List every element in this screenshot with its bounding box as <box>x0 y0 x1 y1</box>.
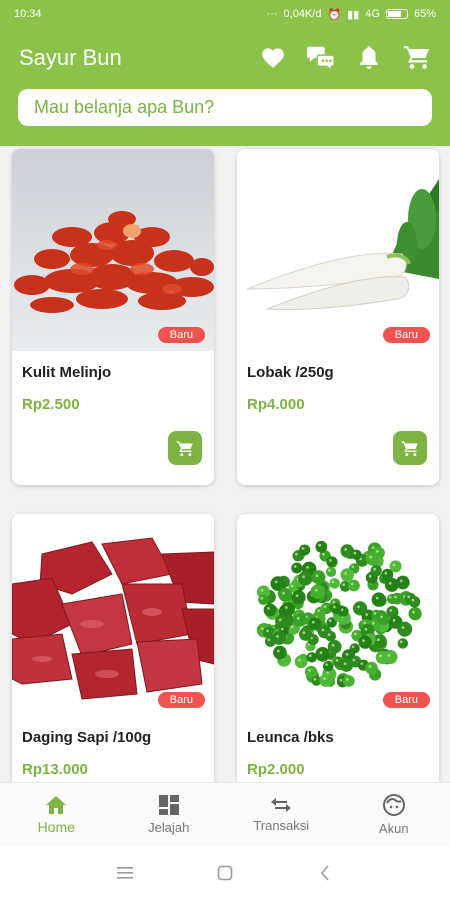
bottom-navigation: Home Jelajah Transaksi Akun <box>0 782 450 846</box>
product-name: Kulit Melinjo <box>22 364 112 381</box>
network-speed: 0,04K/d <box>283 8 322 20</box>
search-input[interactable] <box>18 89 432 126</box>
bell-icon[interactable] <box>354 42 384 72</box>
swap-icon <box>271 798 292 812</box>
daging-sapi-image <box>12 514 214 716</box>
battery-level: 65% <box>413 8 436 20</box>
kulit-melinjo-image <box>12 149 214 351</box>
back-icon[interactable] <box>310 858 340 888</box>
signal-icon: ▮▮ <box>347 8 360 21</box>
product-name: Lobak /250g <box>247 364 334 381</box>
product-price: Rp13.000 <box>22 761 88 778</box>
nav-label: Akun <box>378 821 409 836</box>
nav-label: Home <box>37 818 75 835</box>
app-header: Sayur Bun <box>0 28 450 146</box>
new-badge: Baru <box>157 692 205 708</box>
nav-label: Jelajah <box>148 820 190 835</box>
nav-item-home[interactable]: Home <box>0 783 113 846</box>
home-square-icon[interactable] <box>210 858 240 888</box>
product-price: Rp2.500 <box>22 396 80 413</box>
product-card[interactable]: Baru Daging Sapi /100g Rp13.000 <box>12 514 214 782</box>
cart-icon <box>176 440 193 456</box>
battery-icon <box>385 9 408 19</box>
product-name: Daging Sapi /100g <box>22 729 152 746</box>
new-badge: Baru <box>157 327 205 343</box>
product-price: Rp2.000 <box>247 761 305 778</box>
nav-label: Transaksi <box>253 818 310 833</box>
cart-icon <box>401 440 418 456</box>
home-icon <box>46 795 67 814</box>
product-card[interactable]: Baru Lobak /250g Rp4.000 <box>237 149 439 485</box>
dots-icon: ··· <box>266 8 278 20</box>
system-navigation <box>0 846 450 900</box>
new-badge: Baru <box>382 327 430 343</box>
app-title: Sayur Bun <box>19 45 122 70</box>
nav-item-transaksi[interactable]: Transaksi <box>225 783 338 846</box>
chat-icon[interactable] <box>306 42 336 72</box>
leunca-image <box>237 514 439 716</box>
menu-icon[interactable] <box>110 858 140 888</box>
product-card[interactable]: Baru Leunca /bks Rp2.000 <box>237 514 439 782</box>
face-icon <box>382 794 405 816</box>
new-badge: Baru <box>382 692 430 708</box>
product-price: Rp4.000 <box>247 396 305 413</box>
status-time: 10:34 <box>14 8 42 20</box>
header-actions <box>258 42 432 72</box>
status-bar: 10:34 ··· 0,04K/d ⏰ ▮▮ 4G 65% <box>0 0 450 28</box>
grid-icon <box>158 795 179 815</box>
status-right: ··· 0,04K/d ⏰ ▮▮ 4G 65% <box>267 8 436 21</box>
heart-icon[interactable] <box>258 42 288 72</box>
alarm-icon: ⏰ <box>327 8 342 21</box>
lobak-image <box>237 149 439 351</box>
network-type: 4G <box>365 8 380 20</box>
product-grid: Baru Kulit Melinjo Rp2.500 Baru Lobak /2… <box>0 146 450 782</box>
nav-item-akun[interactable]: Akun <box>338 783 450 846</box>
cart-icon[interactable] <box>402 42 432 72</box>
add-to-cart-button[interactable] <box>393 431 427 465</box>
add-to-cart-button[interactable] <box>168 431 202 465</box>
product-card[interactable]: Baru Kulit Melinjo Rp2.500 <box>12 149 214 485</box>
nav-item-jelajah[interactable]: Jelajah <box>113 783 226 846</box>
product-name: Leunca /bks <box>247 729 334 746</box>
